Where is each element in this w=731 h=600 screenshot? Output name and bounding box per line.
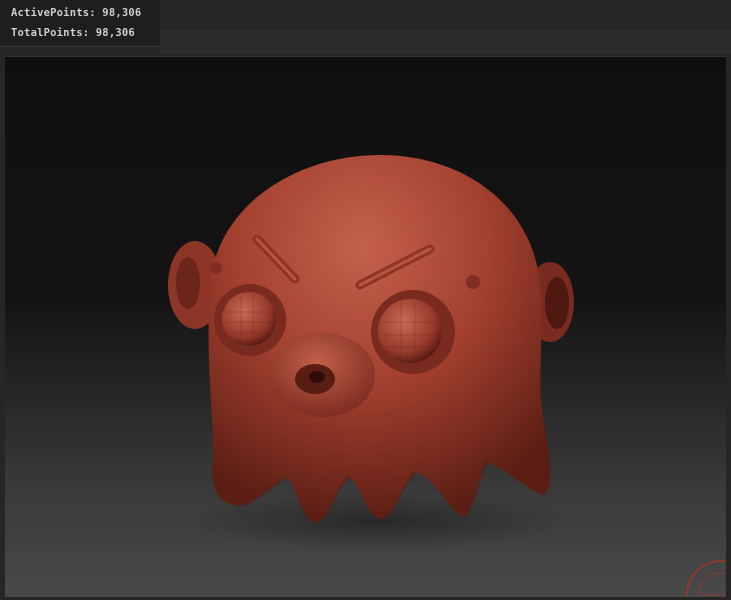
top-shelf-strip bbox=[160, 30, 731, 54]
right-eye bbox=[378, 299, 442, 363]
left-bump bbox=[210, 262, 222, 274]
red-circle-gizmo-icon[interactable] bbox=[686, 560, 726, 597]
zbrush-canvas-window: ActivePoints: 98,306 TotalPoints: 98,306 bbox=[0, 0, 731, 600]
octopus-model[interactable] bbox=[168, 155, 574, 525]
sculpt-render[interactable] bbox=[5, 57, 726, 597]
right-bump bbox=[466, 275, 480, 289]
document-viewport[interactable] bbox=[5, 56, 726, 597]
total-points-readout: TotalPoints: 98,306 bbox=[11, 27, 135, 39]
left-eye bbox=[222, 292, 276, 346]
stats-panel: ActivePoints: 98,306 TotalPoints: 98,306 bbox=[0, 0, 160, 47]
active-points-readout: ActivePoints: 98,306 bbox=[11, 7, 142, 19]
